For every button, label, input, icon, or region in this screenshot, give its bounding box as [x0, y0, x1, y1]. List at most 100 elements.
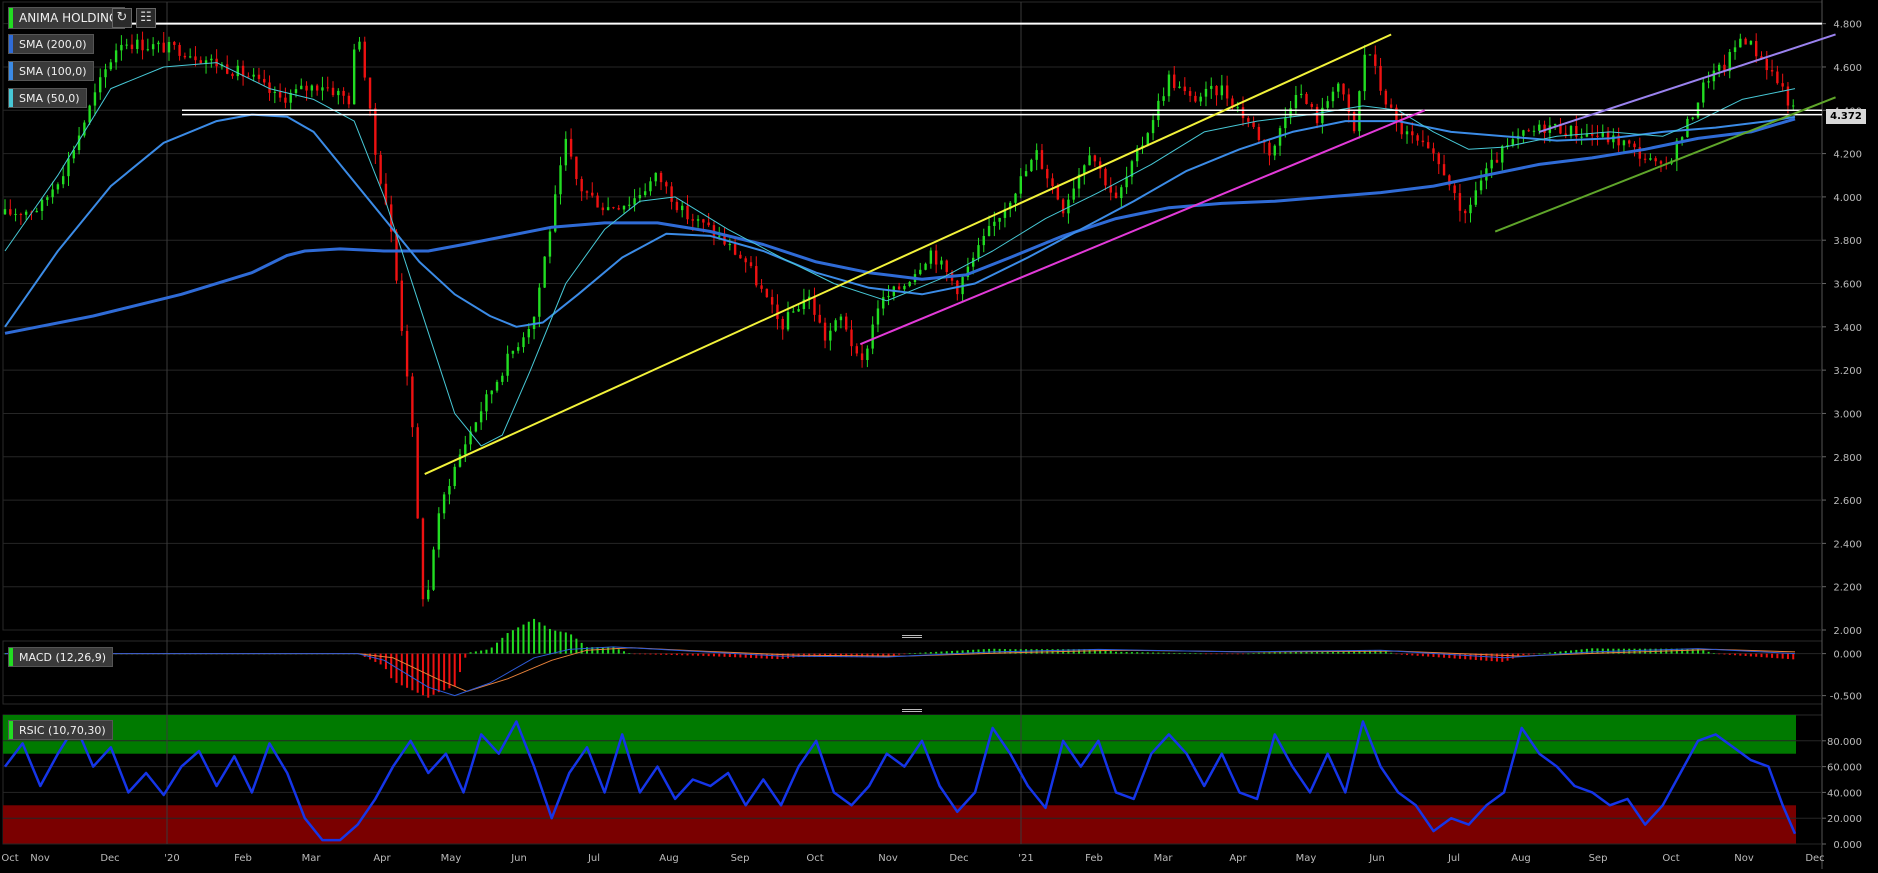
- price-chart-svg[interactable]: 2.000 2.200 2.400 2.600 2.800 3.000 3.200 3.400…: [0, 0, 1878, 869]
- macd-histogram-bar: [1268, 652, 1271, 654]
- candle-body: [1178, 86, 1181, 88]
- macd-histogram-bar: [1712, 653, 1715, 654]
- chart-settings-icon: ☷: [140, 10, 152, 25]
- macd-histogram-bar: [1432, 653, 1435, 657]
- price-y-tick-label: 3.800: [1833, 236, 1862, 247]
- candle-body: [1770, 70, 1774, 72]
- candle-body: [744, 258, 747, 263]
- legend-sma200[interactable]: SMA (200,0): [8, 34, 94, 54]
- macd-histogram-bar: [1771, 653, 1774, 658]
- legend-sma50[interactable]: SMA (50,0): [8, 88, 87, 108]
- candle-body: [1659, 161, 1663, 164]
- candle-body: [14, 213, 17, 215]
- macd-histogram-bar: [675, 653, 678, 656]
- macd-histogram-bar: [1765, 653, 1768, 658]
- macd-histogram-bar: [464, 653, 467, 658]
- candle-body: [130, 44, 134, 49]
- candle-body: [765, 288, 769, 298]
- pane-splitter-1[interactable]: [902, 635, 922, 639]
- candle-body: [638, 195, 642, 199]
- macd-histogram-bar: [443, 653, 446, 691]
- candle-body: [1337, 83, 1340, 92]
- candle-body: [278, 91, 282, 98]
- candle-body: [850, 329, 853, 347]
- macd-histogram-bar: [1749, 653, 1752, 657]
- candle-body: [1188, 91, 1192, 96]
- candle-body: [596, 195, 599, 208]
- macd-histogram-bar: [1406, 653, 1409, 656]
- candle-body: [1744, 38, 1747, 45]
- macd-histogram-bar: [702, 653, 705, 656]
- candle-body: [876, 308, 880, 325]
- macd-histogram-bar: [1792, 653, 1795, 660]
- legend-macd[interactable]: MACD (12,26,9): [8, 647, 114, 667]
- candle-body: [987, 225, 991, 236]
- refresh-button[interactable]: ↻: [112, 8, 132, 28]
- macd-histogram-bar: [1257, 652, 1260, 654]
- candle-body: [40, 199, 44, 211]
- candle-body: [1522, 130, 1525, 136]
- candle-body: [1442, 164, 1446, 176]
- candle-body: [1458, 193, 1462, 211]
- candle-body: [945, 260, 948, 273]
- candle-body: [665, 182, 668, 187]
- candle-body: [617, 208, 620, 210]
- macd-histogram-bar: [427, 653, 430, 698]
- candle-body: [564, 138, 568, 166]
- macd-histogram-bar: [437, 653, 440, 693]
- macd-histogram-bar: [1226, 653, 1229, 655]
- candle-body: [506, 353, 509, 376]
- macd-histogram-bar: [628, 653, 631, 654]
- candle-body: [839, 316, 843, 321]
- candle-body: [1173, 74, 1176, 88]
- price-y-tick-label: 4.600: [1833, 63, 1862, 74]
- macd-histogram-bar: [1744, 653, 1747, 656]
- macd-histogram-bar: [1279, 652, 1282, 654]
- candle-body: [326, 87, 329, 89]
- macd-histogram-bar: [1395, 653, 1398, 655]
- candle-body: [1035, 150, 1038, 160]
- candle-body: [887, 295, 890, 298]
- candle-body: [479, 411, 483, 423]
- macd-histogram-bar: [1458, 653, 1461, 659]
- candle-body: [1056, 186, 1060, 200]
- macd-y-tick-label: -0.500: [1830, 692, 1862, 703]
- candle-body: [1342, 83, 1345, 95]
- chart-root[interactable]: 2.000 2.200 2.400 2.600 2.800 3.000 3.200 3.400…: [0, 0, 1878, 869]
- candle-body: [691, 219, 694, 221]
- candle-body: [511, 350, 515, 354]
- macd-histogram-bar: [1464, 653, 1467, 660]
- macd-histogram-bar: [1162, 652, 1165, 654]
- candle-body: [1405, 131, 1409, 135]
- x-tick-label: May: [441, 853, 462, 864]
- macd-histogram-bar: [665, 653, 668, 655]
- candle-body: [538, 287, 541, 317]
- candle-body: [104, 69, 107, 78]
- candle-body: [146, 49, 150, 51]
- candle-body: [61, 176, 65, 185]
- candle-body: [56, 184, 60, 190]
- candle-body: [543, 256, 546, 288]
- candle-body: [1162, 96, 1165, 101]
- legend-rsi[interactable]: RSIC (10,70,30): [8, 720, 113, 740]
- macd-histogram-bar: [1633, 648, 1636, 654]
- rsi-y-tick-label: 80.000: [1827, 737, 1862, 748]
- candle-body: [1527, 130, 1530, 132]
- macd-histogram-bar: [1199, 653, 1202, 655]
- candle-body: [792, 311, 795, 313]
- candle-body: [1030, 159, 1033, 172]
- candle-body: [300, 85, 303, 90]
- pane-splitter-2[interactable]: [902, 709, 922, 713]
- x-tick-label: Mar: [1154, 853, 1174, 864]
- macd-histogram-bar: [1538, 653, 1541, 655]
- macd-histogram-bar: [554, 630, 557, 654]
- legend-sma100[interactable]: SMA (100,0): [8, 61, 94, 81]
- macd-histogram-bar: [623, 651, 626, 654]
- candle-body: [167, 42, 171, 53]
- chart-settings-button[interactable]: ☷: [136, 8, 156, 28]
- candle-body: [940, 260, 943, 265]
- pane-frame-price: [2, 1, 1823, 631]
- candle-body: [289, 93, 292, 103]
- macd-histogram-bar: [1040, 649, 1043, 654]
- macd-histogram-bar: [1215, 653, 1218, 655]
